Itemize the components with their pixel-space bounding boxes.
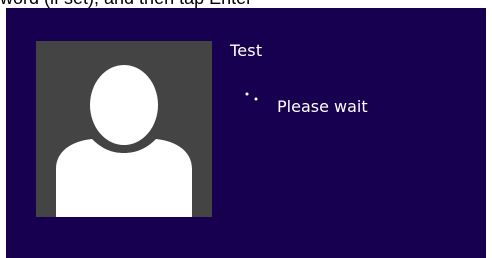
user-avatar-tile xyxy=(36,41,212,217)
sign-in-screen: Test Please wait xyxy=(6,8,486,258)
instruction-caption: word (if set), and then tap Enter xyxy=(0,0,492,8)
loading-dots-icon xyxy=(245,92,258,101)
instruction-text: word (if set), and then tap Enter xyxy=(0,0,252,8)
user-name: Test xyxy=(230,41,263,60)
default-user-icon xyxy=(56,65,192,217)
status-message: Please wait xyxy=(277,97,368,116)
